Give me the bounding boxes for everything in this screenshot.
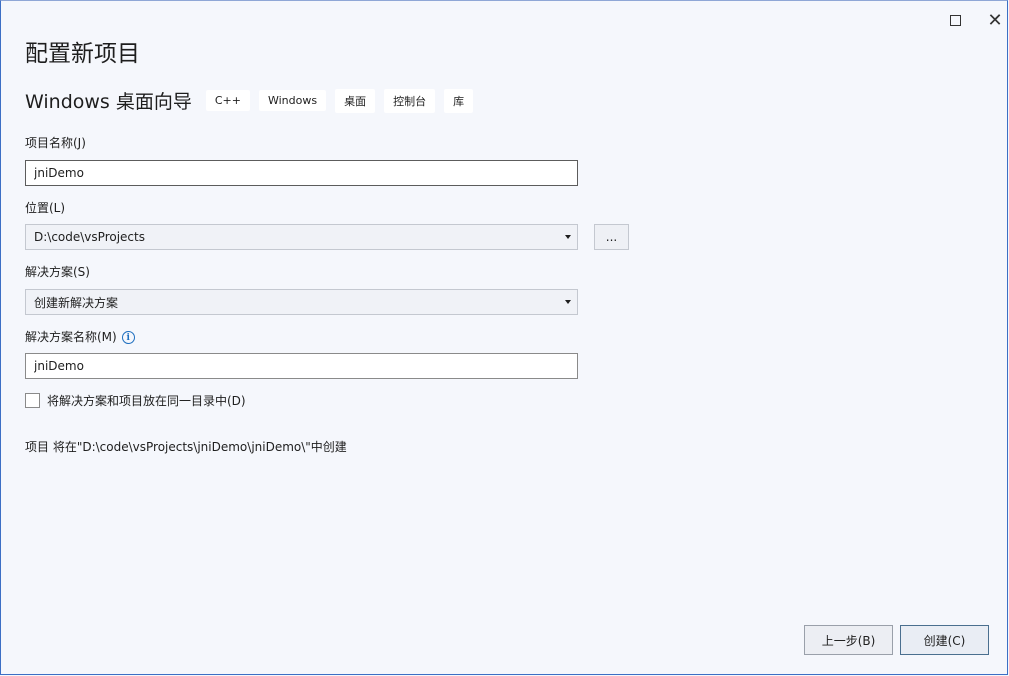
solution-combo[interactable]: 创建新解决方案 (25, 289, 578, 315)
same-directory-option: 将解决方案和项目放在同一目录中(D) (25, 392, 246, 409)
maximize-icon (949, 14, 961, 26)
dialog-window: ✕ 配置新项目 Windows 桌面向导 C++ Windows 桌面 控制台 … (0, 0, 1008, 675)
tag-console: 控制台 (384, 88, 436, 113)
page-title: 配置新项目 (25, 41, 140, 67)
solution-value: 创建新解决方案 (34, 295, 119, 310)
project-name-label: 项目名称(J) (25, 136, 86, 150)
template-name: Windows 桌面向导 (25, 91, 192, 113)
dropdown-arrow-icon (565, 235, 571, 239)
tag-windows: Windows (258, 90, 327, 111)
same-directory-checkbox[interactable] (25, 393, 40, 408)
tag-cpp: C++ (205, 90, 250, 111)
solution-name-input[interactable] (25, 353, 578, 379)
location-label: 位置(L) (25, 201, 66, 215)
project-name-input[interactable] (25, 160, 578, 186)
solution-name-label-row: 解决方案名称(M) i (25, 328, 135, 345)
browse-button[interactable]: ... (594, 224, 629, 250)
info-icon[interactable]: i (121, 331, 135, 344)
close-button[interactable]: ✕ (981, 9, 1009, 31)
create-button[interactable]: 创建(C) (900, 625, 989, 655)
project-path-info: 项目 将在"D:\code\vsProjects\jniDemo\jniDemo… (25, 440, 347, 454)
same-directory-label: 将解决方案和项目放在同一目录中(D) (47, 394, 246, 408)
solution-name-label: 解决方案名称(M) (25, 330, 117, 344)
solution-label: 解决方案(S) (25, 265, 90, 279)
close-icon: ✕ (987, 9, 1003, 31)
location-value: D:\code\vsProjects (34, 230, 145, 244)
back-button[interactable]: 上一步(B) (804, 625, 893, 655)
dropdown-arrow-icon (565, 300, 571, 304)
tag-desktop: 桌面 (335, 88, 376, 113)
tag-library: 库 (444, 88, 474, 113)
template-header: Windows 桌面向导 C++ Windows 桌面 控制台 库 (25, 87, 482, 114)
location-combo[interactable]: D:\code\vsProjects (25, 224, 578, 250)
maximize-button[interactable] (941, 9, 969, 31)
